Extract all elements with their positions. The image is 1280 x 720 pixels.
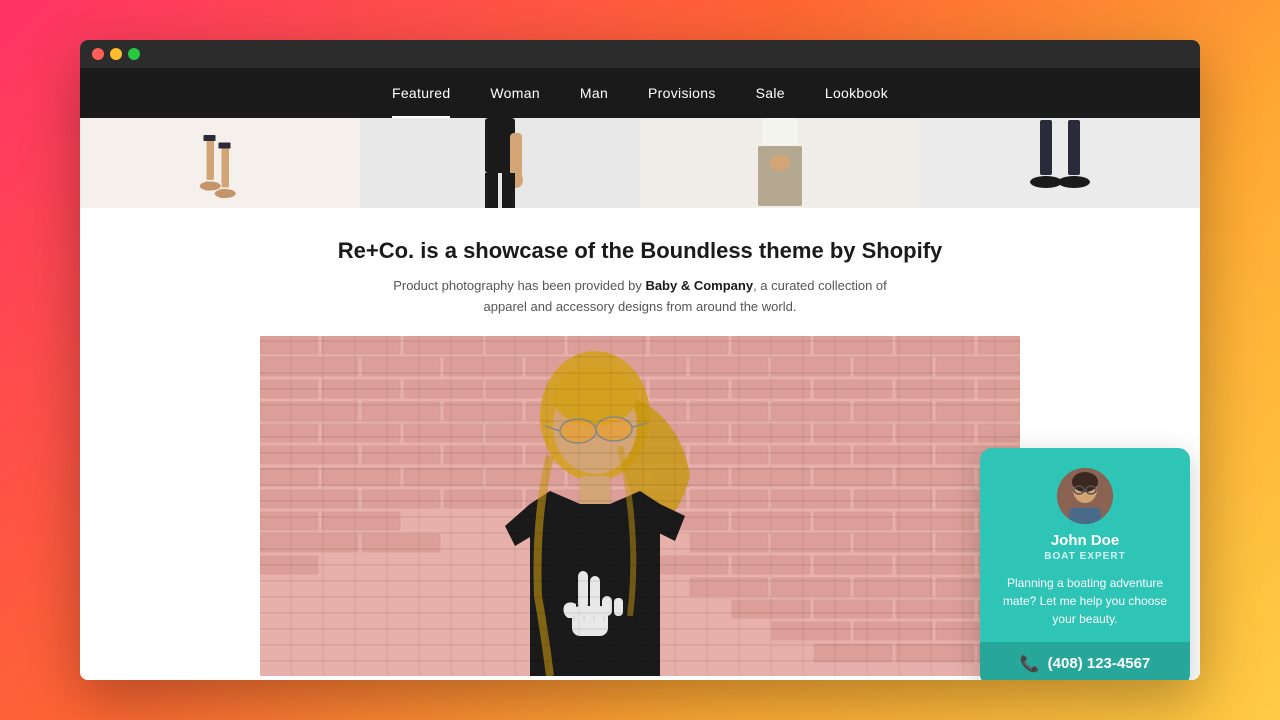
dot-close[interactable] [92,48,104,60]
navbar: Featured Woman Man Provisions Sale Lookb… [80,68,1200,118]
phone-icon: 📞 [1020,654,1040,674]
featured-section: John Doe BOAT EXPERT Planning a boating … [100,336,1180,676]
hero-image-2 [360,118,640,208]
dot-minimize[interactable] [110,48,122,60]
dot-maximize[interactable] [128,48,140,60]
chat-widget-body: John Doe BOAT EXPERT Planning a boating … [980,448,1190,628]
nav-item-featured[interactable]: Featured [372,68,470,118]
browser-content: Featured Woman Man Provisions Sale Lookb… [80,68,1200,680]
chat-widget: John Doe BOAT EXPERT Planning a boating … [980,448,1190,680]
nav-item-sale[interactable]: Sale [736,68,805,118]
main-content: Re+Co. is a showcase of the Boundless th… [80,208,1200,680]
hero-image-4 [920,118,1200,208]
featured-image [260,336,1020,676]
hero-image-1 [80,118,360,208]
phone-number: (408) 123-4567 [1048,655,1151,672]
hero-images [80,118,1200,208]
chat-phone-bar[interactable]: 📞 (408) 123-4567 [980,642,1190,680]
chat-name: John Doe [1051,532,1119,549]
nav-item-provisions[interactable]: Provisions [628,68,736,118]
page-subtext: Product photography has been provided by… [380,276,900,318]
chat-avatar [1057,468,1113,524]
hero-image-3 [640,118,920,208]
page-headline: Re+Co. is a showcase of the Boundless th… [338,238,943,264]
browser-titlebar [80,40,1200,68]
browser-window: Featured Woman Man Provisions Sale Lookb… [80,40,1200,680]
chat-role: BOAT EXPERT [1044,551,1125,562]
nav-item-man[interactable]: Man [560,68,628,118]
chat-message: Planning a boating adventure mate? Let m… [996,574,1174,628]
nav-item-woman[interactable]: Woman [470,68,559,118]
nav-item-lookbook[interactable]: Lookbook [805,68,908,118]
